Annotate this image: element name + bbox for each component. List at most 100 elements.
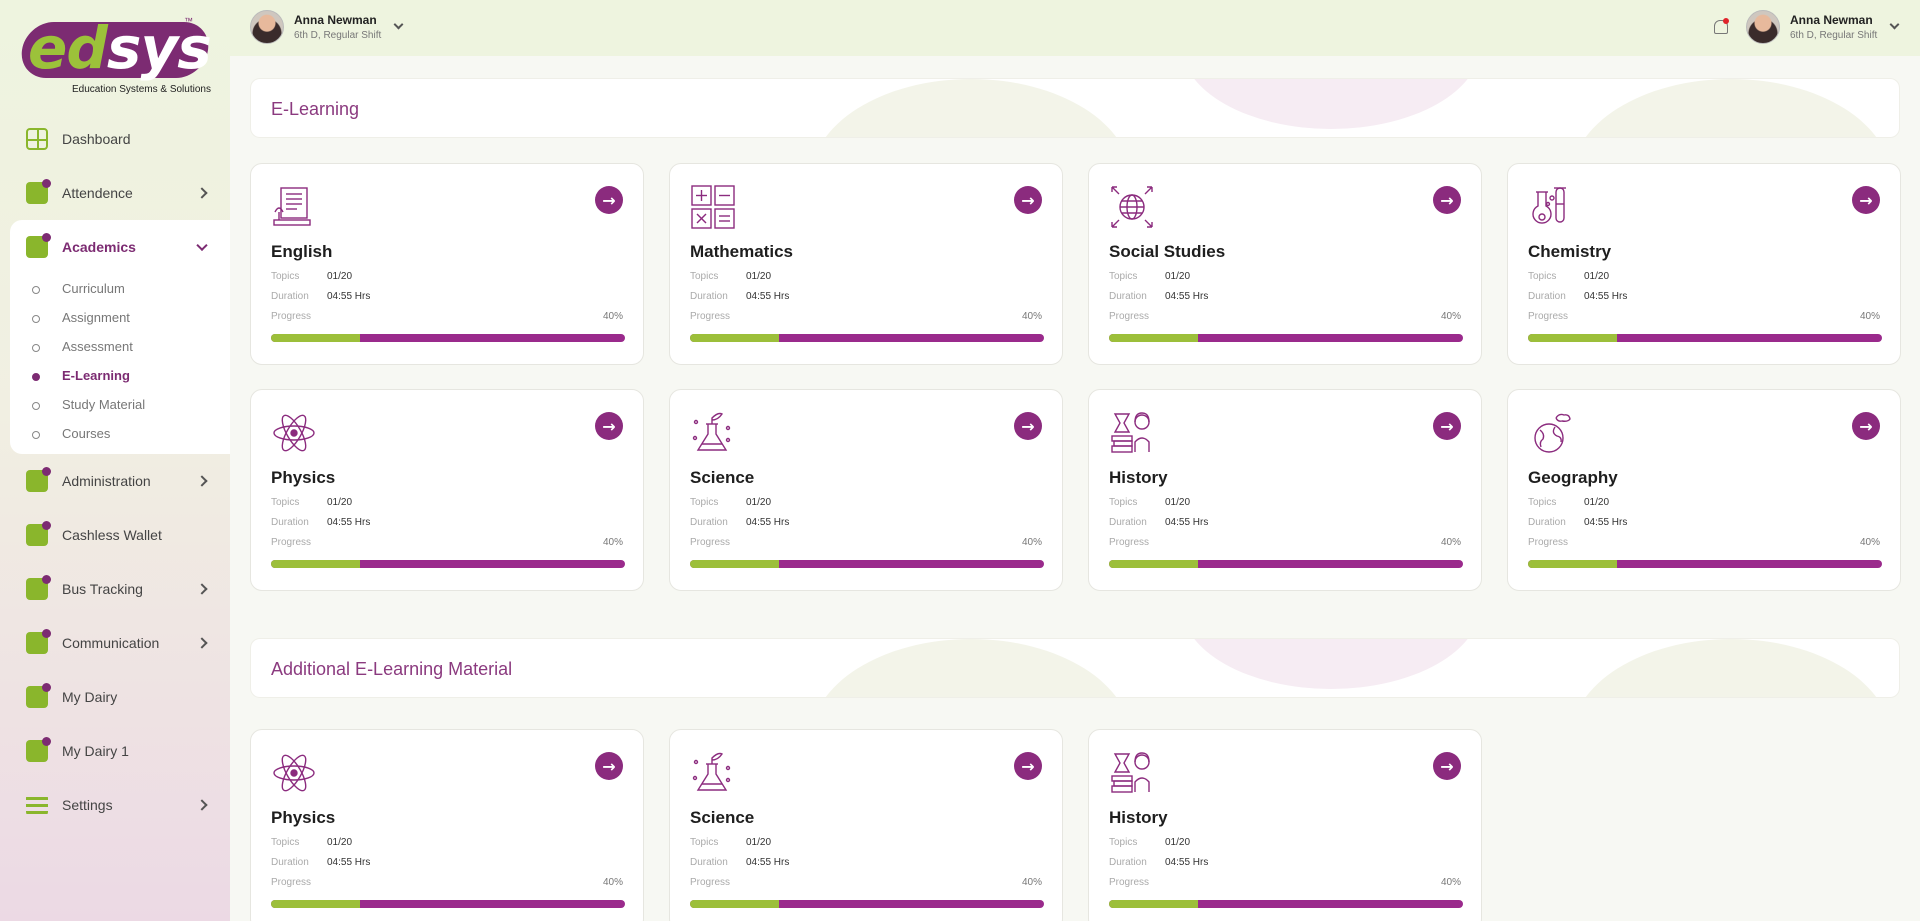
subnav-curriculum[interactable]: Curriculum (10, 274, 230, 303)
sidebar-item-my-dairy[interactable]: My Dairy (0, 670, 230, 724)
sidebar-item-attendence[interactable]: Attendence (0, 166, 230, 220)
arrow-right-icon[interactable]: → (595, 752, 623, 780)
progress-bar (271, 900, 625, 908)
user-menu-right[interactable]: Anna Newman 6th D, Regular Shift (1746, 10, 1900, 44)
duration-label: Duration (271, 291, 309, 302)
duration-label: Duration (271, 517, 309, 528)
sidebar-item-my-dairy-1[interactable]: My Dairy 1 (0, 724, 230, 778)
duration-label: Duration (271, 857, 309, 868)
progress-label: Progress (271, 311, 312, 322)
duration-row: Duration 04:55 Hrs (1109, 517, 1208, 528)
progress-percent: 40% (1440, 311, 1461, 322)
sidebar-item-label: Settings (62, 797, 113, 813)
globe-icon (1109, 184, 1155, 230)
course-card[interactable]: → Physics Topics 01/20 Duration 04:55 Hrs … (250, 729, 644, 921)
progress-row: Progress (1109, 311, 1165, 322)
progress-fill (1109, 900, 1198, 908)
topics-label: Topics (690, 837, 719, 848)
progress-bar (1528, 560, 1882, 568)
topics-row: Topics 01/20 (271, 837, 352, 848)
progress-percent: 40% (1859, 537, 1880, 548)
sidebar: edsys ™ Education Systems & Solutions Da… (0, 0, 230, 921)
subnav-courses[interactable]: Courses (10, 419, 230, 448)
progress-fill (690, 560, 779, 568)
progress-bar (690, 334, 1044, 342)
subject-title: Physics (271, 468, 336, 487)
notification-bell-icon[interactable] (1712, 18, 1729, 36)
chevron-right-icon (196, 475, 208, 487)
course-card[interactable]: → Geography Topics 01/20 Duration 04:55 Hr… (1507, 389, 1901, 591)
topics-label: Topics (1528, 497, 1557, 508)
subnav-assignment[interactable]: Assignment (10, 303, 230, 332)
duration-value: 04:55 Hrs (327, 291, 371, 302)
arrow-right-icon[interactable]: → (595, 412, 623, 440)
subject-title: History (1109, 808, 1168, 827)
sidebar-item-academics[interactable]: Academics (10, 220, 230, 274)
administration-icon (26, 467, 51, 492)
user-switcher-left[interactable]: Anna Newman 6th D, Regular Shift (250, 10, 404, 44)
progress-row: Progress (690, 537, 746, 548)
topics-value: 01/20 (327, 837, 353, 848)
arrow-right-icon[interactable]: → (1433, 752, 1461, 780)
arrow-right-icon[interactable]: → (1014, 412, 1042, 440)
logo-sys: sys (106, 14, 212, 82)
subnav-study-material[interactable]: Study Material (10, 390, 230, 419)
topics-row: Topics 01/20 (271, 271, 352, 282)
duration-label: Duration (1109, 291, 1147, 302)
progress-percent: 40% (1440, 877, 1461, 888)
duration-row: Duration 04:55 Hrs (1528, 517, 1627, 528)
arrow-right-icon[interactable]: → (1852, 186, 1880, 214)
sidebar-item-label: Academics (62, 239, 136, 255)
topics-row: Topics 01/20 (1528, 497, 1609, 508)
subnav-assessment[interactable]: Assessment (10, 332, 230, 361)
arrow-right-icon[interactable]: → (1852, 412, 1880, 440)
topics-label: Topics (690, 271, 719, 282)
beaker-plant-icon (690, 750, 736, 796)
sidebar-item-administration[interactable]: Administration (0, 454, 230, 508)
course-card[interactable]: → Science Topics 01/20 Duration 04:55 Hrs … (669, 389, 1063, 591)
progress-percent: 40% (1021, 311, 1042, 322)
subject-title: History (1109, 468, 1168, 487)
arrow-right-icon[interactable]: → (1014, 752, 1042, 780)
sidebar-nav: Dashboard Attendence Academics Curriculu… (0, 112, 230, 832)
flask-icon (1528, 184, 1574, 230)
progress-row: Progress (271, 877, 327, 888)
progress-row: Progress (1109, 877, 1165, 888)
subject-title: English (271, 242, 333, 261)
arrow-right-icon[interactable]: → (595, 186, 623, 214)
topics-value: 01/20 (746, 271, 772, 282)
progress-fill (271, 560, 360, 568)
course-card[interactable]: → Science Topics 01/20 Duration 04:55 Hrs … (669, 729, 1063, 921)
course-card[interactable]: → English Topics 01/20 Duration 04:55 Hrs … (250, 163, 644, 365)
course-card[interactable]: → Mathematics Topics 01/20 Duration 04:55 … (669, 163, 1063, 365)
duration-value: 04:55 Hrs (746, 857, 790, 868)
chevron-right-icon (196, 583, 208, 595)
arrow-right-icon[interactable]: → (1433, 412, 1461, 440)
sidebar-item-cashless-wallet[interactable]: Cashless Wallet (0, 508, 230, 562)
sidebar-item-dashboard[interactable]: Dashboard (0, 112, 230, 166)
sidebar-item-communication[interactable]: Communication (0, 616, 230, 670)
book-icon (271, 184, 317, 230)
sidebar-item-settings[interactable]: Settings (0, 778, 230, 832)
course-card[interactable]: → Social Studies Topics 01/20 Duration 04:… (1088, 163, 1482, 365)
progress-label: Progress (1528, 311, 1569, 322)
sidebar-item-bus-tracking[interactable]: Bus Tracking (0, 562, 230, 616)
progress-bar (1109, 900, 1463, 908)
progress-label: Progress (1109, 311, 1150, 322)
duration-label: Duration (690, 517, 728, 528)
history-icon (1109, 410, 1155, 456)
progress-bar (271, 334, 625, 342)
duration-row: Duration 04:55 Hrs (1109, 857, 1208, 868)
duration-label: Duration (1109, 857, 1147, 868)
course-card[interactable]: → History Topics 01/20 Duration 04:55 Hrs … (1088, 389, 1482, 591)
course-card[interactable]: → Chemistry Topics 01/20 Duration 04:55 Hr… (1507, 163, 1901, 365)
arrow-right-icon[interactable]: → (1433, 186, 1461, 214)
progress-bar (690, 900, 1044, 908)
course-card[interactable]: → Physics Topics 01/20 Duration 04:55 Hrs … (250, 389, 644, 591)
edsys-logo[interactable]: edsys ™ Education Systems & Solutions (18, 14, 218, 100)
course-card[interactable]: → History Topics 01/20 Duration 04:55 Hrs … (1088, 729, 1482, 921)
subnav-e-learning[interactable]: E-Learning (10, 361, 230, 390)
chevron-right-icon (196, 187, 208, 199)
arrow-right-icon[interactable]: → (1014, 186, 1042, 214)
progress-percent: 40% (1859, 311, 1880, 322)
